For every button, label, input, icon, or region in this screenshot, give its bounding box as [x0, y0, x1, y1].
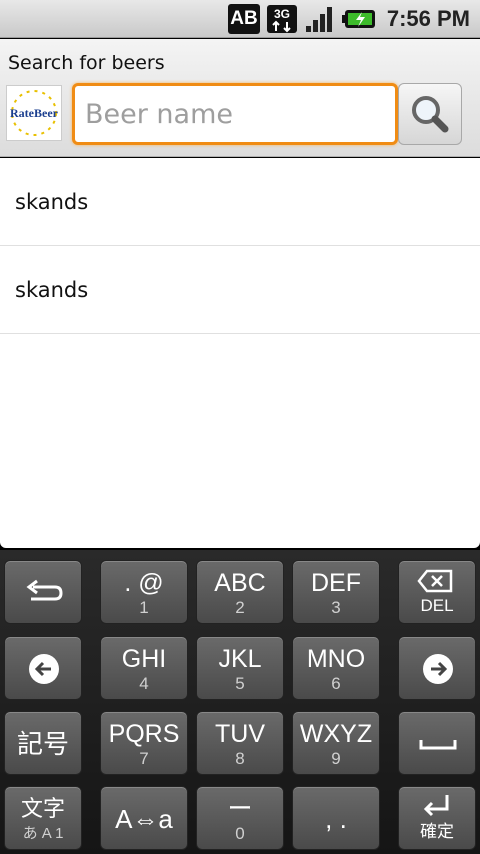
delete-key[interactable]: DEL — [398, 560, 476, 624]
ratebeer-logo: RateBeer — [6, 85, 62, 141]
punctuation-key[interactable]: , . — [292, 786, 380, 850]
key-1[interactable]: . @1 — [100, 560, 188, 624]
soft-keyboard: . @1 ABC 2 DEF 3 DEL GHI 4 JKL 5 MNO 6 記号 — [0, 550, 480, 854]
search-icon — [412, 96, 449, 133]
key-3[interactable]: DEF 3 — [292, 560, 380, 624]
cursor-left-key[interactable] — [4, 636, 82, 700]
signal-strength-icon — [304, 4, 336, 34]
space-icon — [419, 740, 457, 750]
3g-data-icon: 3G — [266, 4, 298, 34]
enter-icon — [423, 795, 449, 817]
results-list: skands skands — [0, 158, 480, 548]
enter-key[interactable]: 確定 — [398, 786, 476, 850]
key-7[interactable]: PQRS 7 — [100, 711, 188, 775]
undo-icon — [26, 579, 63, 601]
3g-label: 3G — [274, 7, 290, 21]
left-arrow-icon — [29, 654, 59, 684]
status-clock: 7:56 PM — [386, 6, 470, 31]
list-item[interactable]: skands — [0, 246, 480, 334]
symbols-key[interactable]: 記号 — [4, 711, 82, 775]
key-0[interactable]: ー0 — [196, 786, 284, 850]
undo-key[interactable] — [4, 560, 82, 624]
battery-charging-icon — [342, 4, 378, 34]
status-bar: AB 3G 7:56 PM — [0, 0, 480, 38]
cursor-right-key[interactable] — [398, 636, 476, 700]
input-mode-key[interactable]: 文字 あ A 1 — [4, 786, 82, 850]
case-toggle-key[interactable]: A⇔a — [100, 786, 188, 850]
search-header: Search for beers RateBeer — [0, 39, 480, 157]
key-9[interactable]: WXYZ 9 — [292, 711, 380, 775]
key-4[interactable]: GHI 4 — [100, 636, 188, 700]
search-title: Search for beers — [8, 52, 165, 74]
right-arrow-icon — [423, 654, 453, 684]
ab-input-icon: AB — [228, 4, 260, 34]
logo-text: RateBeer — [10, 106, 59, 120]
search-field-container[interactable] — [72, 83, 398, 145]
backspace-icon — [417, 569, 453, 593]
key-6[interactable]: MNO 6 — [292, 636, 380, 700]
key-2[interactable]: ABC 2 — [196, 560, 284, 624]
search-button[interactable] — [398, 83, 462, 145]
list-item[interactable]: skands — [0, 158, 480, 246]
search-input[interactable] — [81, 94, 381, 134]
space-key[interactable] — [398, 711, 476, 775]
key-8[interactable]: TUV 8 — [196, 711, 284, 775]
key-5[interactable]: JKL 5 — [196, 636, 284, 700]
